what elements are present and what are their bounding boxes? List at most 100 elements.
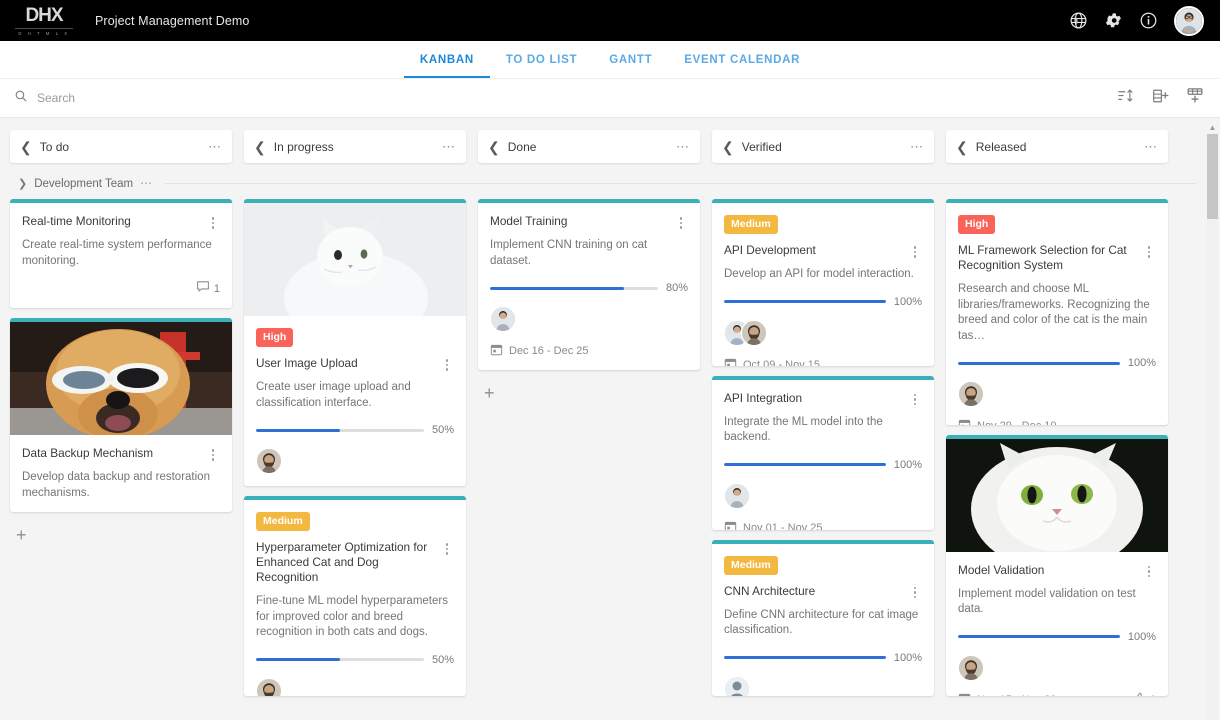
progress-value: 100%: [1127, 630, 1156, 643]
avatar[interactable]: [741, 319, 767, 346]
globe-icon[interactable]: [1069, 11, 1088, 30]
column-header-to-do[interactable]: ❮ To do ⋯: [10, 130, 232, 163]
card-menu-icon[interactable]: [1142, 243, 1156, 258]
gear-icon[interactable]: [1104, 11, 1123, 30]
card-menu-icon[interactable]: [674, 214, 688, 229]
chevron-left-icon[interactable]: ❮: [722, 140, 734, 154]
card-progress: 50%: [256, 424, 454, 436]
card-menu-icon[interactable]: [908, 584, 922, 599]
calendar-icon: [958, 418, 971, 425]
avatar[interactable]: [490, 306, 516, 332]
card-description: Integrate the ML model into the backend.: [724, 415, 883, 444]
card-progress: 100%: [958, 357, 1156, 369]
card-cnn-architecture[interactable]: Medium CNN Architecture Define CNN archi…: [712, 539, 934, 696]
avatar[interactable]: [958, 654, 984, 681]
card-description: Implement model validation on test data.: [958, 587, 1136, 616]
card-menu-icon[interactable]: [440, 356, 454, 371]
card-menu-icon[interactable]: [440, 540, 454, 555]
date-text: Nov 01 - Nov 25: [743, 521, 823, 530]
card-model-training[interactable]: Model Training Implement CNN training on…: [478, 199, 700, 370]
card-title: CNN Architecture: [724, 583, 816, 598]
chevron-left-icon[interactable]: ❮: [956, 140, 968, 154]
avatar[interactable]: [256, 677, 282, 696]
card-real-time-monitoring[interactable]: Real-time Monitoring Create real-time sy…: [10, 199, 232, 308]
logo-text: DHX: [25, 4, 63, 26]
card-description: Create user image upload and classificat…: [256, 381, 411, 409]
card-assignees: [256, 448, 454, 474]
vertical-scrollbar[interactable]: ▲: [1207, 124, 1218, 720]
column-header-in-progress[interactable]: ❮ In progress ⋯: [244, 130, 466, 163]
column-title: In progress: [273, 139, 334, 154]
column-headers: ❮ To do ⋯ ❮ In progress ⋯ ❮ Done ⋯ ❮ Ver…: [0, 118, 1220, 163]
add-row-icon[interactable]: [1186, 87, 1204, 109]
date-text: Oct 09 - Nov 15: [743, 358, 821, 366]
avatar[interactable]: [1174, 5, 1204, 36]
column-header-released[interactable]: ❮ Released ⋯: [946, 130, 1168, 163]
thumbs-up-icon: [430, 485, 444, 486]
info-icon[interactable]: [1139, 11, 1158, 30]
column-header-verified[interactable]: ❮ Verified ⋯: [712, 130, 934, 163]
add-column-icon[interactable]: [1152, 88, 1169, 109]
card-data-backup-mechanism[interactable]: Data Backup Mechanism Develop data backu…: [10, 318, 232, 512]
card-title: Real-time Monitoring: [22, 214, 131, 228]
chevron-left-icon[interactable]: ❮: [254, 140, 266, 154]
column-header-done[interactable]: ❮ Done ⋯: [478, 130, 700, 163]
logo-subtext: D H T M L X: [15, 27, 73, 36]
card-model-validation[interactable]: Model Validation Implement model validat…: [946, 434, 1168, 696]
card-date-range: Nov 01 - Nov 25: [724, 520, 822, 530]
search-toolbar: [0, 79, 1220, 118]
progress-value: 100%: [893, 295, 922, 308]
card-menu-icon[interactable]: [1142, 563, 1156, 578]
column-menu-icon[interactable]: ⋯: [442, 140, 456, 153]
avatar[interactable]: [724, 675, 750, 696]
avatar[interactable]: [724, 482, 750, 509]
card-menu-icon[interactable]: [206, 214, 220, 229]
card-user-image-upload[interactable]: High User Image Upload Create user image…: [244, 199, 466, 487]
card-menu-icon[interactable]: [908, 391, 922, 405]
card-ml-framework-selection[interactable]: High ML Framework Selection for Cat Reco…: [946, 199, 1168, 425]
chevron-left-icon[interactable]: ❮: [20, 140, 32, 154]
card-description: Develop an API for model interaction.: [724, 268, 914, 280]
priority-badge: High: [958, 215, 996, 234]
column-menu-icon[interactable]: ⋯: [1144, 140, 1158, 153]
scrollbar-track[interactable]: [1207, 134, 1218, 720]
thumbs-up-icon: [1132, 692, 1146, 696]
swimlane-menu-icon[interactable]: ⋯: [140, 177, 153, 189]
comment-count: 1: [213, 282, 220, 295]
card-progress: 100%: [724, 459, 922, 471]
tab-gantt[interactable]: GANTT: [593, 41, 668, 78]
tab-gantt-label: GANTT: [609, 53, 653, 66]
card-api-integration[interactable]: API Integration Integrate the ML model i…: [712, 375, 934, 530]
chevron-left-icon[interactable]: ❮: [488, 140, 500, 154]
column-released: High ML Framework Selection for Cat Reco…: [946, 199, 1168, 706]
search-input[interactable]: [37, 91, 297, 105]
add-card-button-to-do[interactable]: +: [10, 522, 232, 544]
card-date-range: Nov 15 - Nov 29: [958, 692, 1056, 696]
search-area: [14, 89, 1118, 108]
like-count: 1: [1150, 694, 1156, 696]
scroll-up-arrow[interactable]: ▲: [1207, 124, 1218, 132]
comment-icon: [196, 280, 210, 297]
chevron-down-icon[interactable]: ❯: [18, 177, 27, 190]
card-hyperparameter-optimization[interactable]: Medium Hyperparameter Optimization for E…: [244, 496, 466, 696]
column-menu-icon[interactable]: ⋯: [676, 140, 690, 153]
add-card-button-done[interactable]: +: [478, 380, 700, 402]
scrollbar-thumb[interactable]: [1207, 134, 1218, 219]
column-menu-icon[interactable]: ⋯: [910, 140, 924, 153]
progress-bar: [490, 286, 658, 290]
card-assignees: [256, 677, 454, 696]
avatar[interactable]: [256, 448, 282, 474]
sort-icon[interactable]: [1118, 88, 1135, 109]
tab-event-calendar[interactable]: EVENT CALENDAR: [668, 41, 816, 78]
tab-todo-list[interactable]: TO DO LIST: [490, 41, 593, 78]
card-menu-icon[interactable]: [908, 243, 922, 258]
avatar[interactable]: [958, 381, 984, 407]
tab-kanban[interactable]: KANBAN: [403, 41, 490, 78]
column-title: Released: [975, 139, 1027, 154]
card-title: Data Backup Mechanism: [22, 446, 154, 460]
column-menu-icon[interactable]: ⋯: [208, 140, 222, 153]
card-assignees: [958, 654, 1156, 681]
card-api-development[interactable]: Medium API Development Develop an API fo…: [712, 199, 934, 366]
card-menu-icon[interactable]: [206, 446, 220, 461]
progress-bar: [256, 428, 424, 432]
